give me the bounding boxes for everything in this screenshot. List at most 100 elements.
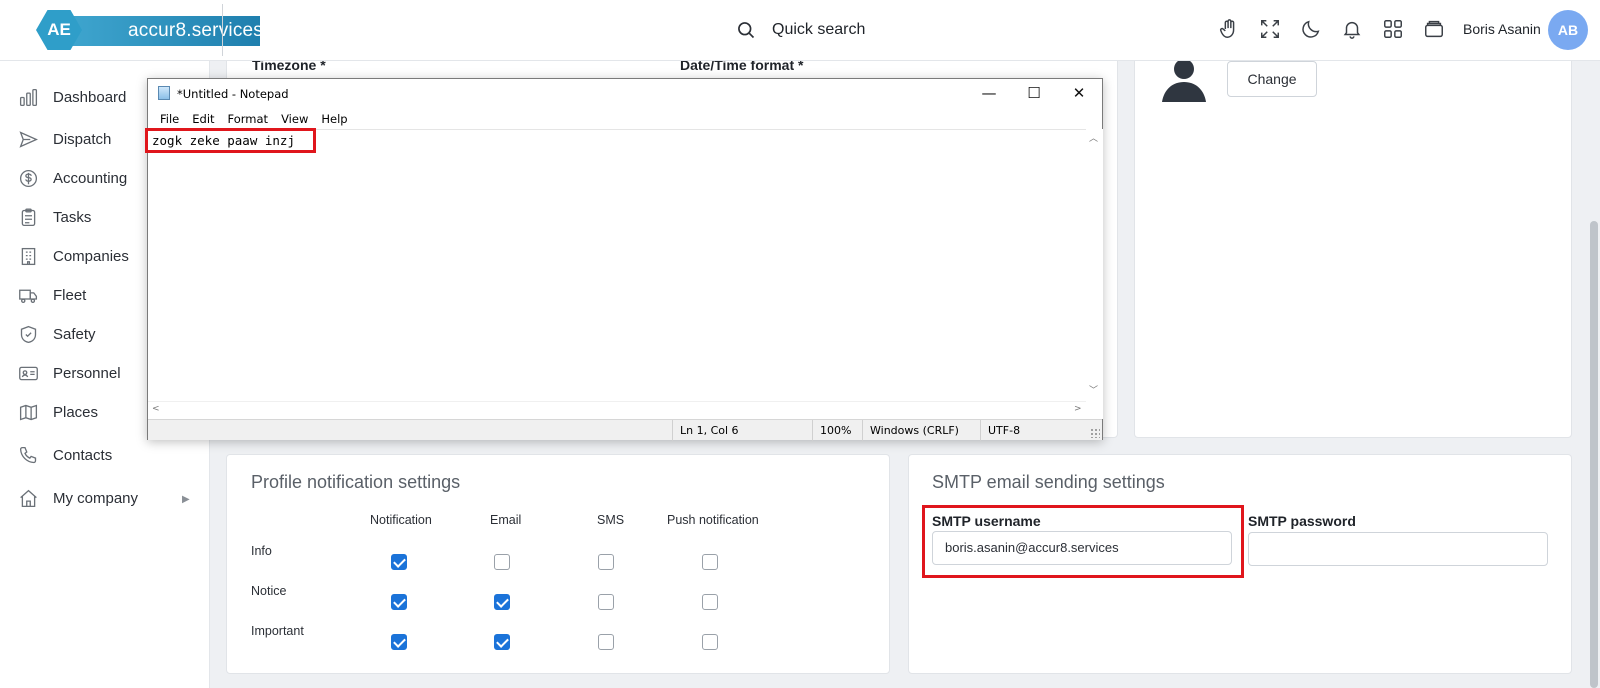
smtp-password-label: SMTP password xyxy=(1248,513,1356,529)
sidebar-item-safety[interactable]: Safety xyxy=(18,324,96,345)
checkbox-important-email[interactable] xyxy=(494,634,510,650)
column-header-push: Push notification xyxy=(667,513,759,527)
sidebar-item-dashboard[interactable]: Dashboard xyxy=(18,87,126,108)
profile-placeholder-icon xyxy=(1162,59,1206,102)
sidebar-item-dispatch[interactable]: Dispatch xyxy=(18,129,111,150)
smtp-password-input[interactable] xyxy=(1248,532,1548,566)
checkbox-notice-notification[interactable] xyxy=(391,594,407,610)
phone-icon xyxy=(19,446,37,464)
menu-view[interactable]: View xyxy=(275,109,315,129)
apps-grid-icon[interactable] xyxy=(1382,18,1404,40)
scroll-up-icon[interactable]: ︿ xyxy=(1089,131,1098,144)
moon-icon[interactable] xyxy=(1300,18,1322,40)
expand-arrow-icon[interactable]: ▶ xyxy=(182,494,190,505)
checkbox-info-sms[interactable] xyxy=(598,554,614,570)
truck-icon xyxy=(19,289,38,303)
sidebar-item-label: Personnel xyxy=(53,365,121,382)
fullscreen-icon[interactable] xyxy=(1259,18,1281,40)
status-encoding: UTF-8 xyxy=(980,420,1100,441)
sidebar-item-label: Dashboard xyxy=(53,89,127,106)
scroll-left-icon[interactable]: < xyxy=(152,404,160,414)
checkbox-info-push-notification[interactable] xyxy=(702,554,718,570)
notepad-titlebar[interactable]: *Untitled - Notepad — ☐ ✕ xyxy=(148,79,1102,109)
user-name[interactable]: Boris Asanin xyxy=(1463,21,1541,37)
resize-grip-icon[interactable] xyxy=(1090,428,1100,438)
dollar-icon xyxy=(19,169,38,188)
checkbox-notice-sms[interactable] xyxy=(598,594,614,610)
quick-search[interactable]: Quick search xyxy=(736,14,865,46)
column-header-email: Email xyxy=(490,513,522,527)
status-zoom: 100% xyxy=(812,420,862,441)
sidebar-item-tasks[interactable]: Tasks xyxy=(18,207,91,228)
id-card-icon xyxy=(19,366,38,381)
menu-format[interactable]: Format xyxy=(222,109,276,129)
sidebar-item-accounting[interactable]: Accounting xyxy=(18,168,127,189)
clipboard-icon xyxy=(21,208,36,227)
notepad-horizontal-scrollbar[interactable]: < > xyxy=(148,401,1086,419)
page-scrollbar[interactable] xyxy=(1588,61,1600,688)
close-icon[interactable]: ✕ xyxy=(1056,79,1102,109)
send-icon xyxy=(19,131,38,148)
notepad-text-area[interactable]: zogk zeke paaw inzj xyxy=(148,129,1086,419)
menu-file[interactable]: File xyxy=(154,109,186,129)
sidebar-item-companies[interactable]: Companies xyxy=(18,246,129,267)
status-line-ending: Windows (CRLF) xyxy=(862,420,980,441)
wallet-icon[interactable] xyxy=(1423,18,1445,40)
home-icon xyxy=(20,489,37,508)
smtp-settings-title: SMTP email sending settings xyxy=(932,472,1165,492)
notepad-menubar: File Edit Format View Help xyxy=(148,109,1102,129)
page-scrollbar-thumb[interactable] xyxy=(1590,221,1598,688)
status-position: Ln 1, Col 6 xyxy=(672,420,812,441)
notepad-vertical-scrollbar[interactable]: ︿ ﹀ xyxy=(1086,129,1103,419)
building-icon xyxy=(21,247,36,266)
scroll-down-icon[interactable]: ﹀ xyxy=(1089,383,1098,396)
column-header-notification: Notification xyxy=(370,513,432,527)
logo-text: accur8.services xyxy=(66,16,263,46)
minimize-icon[interactable]: — xyxy=(966,79,1012,109)
sidebar-item-label: Tasks xyxy=(53,209,92,226)
menu-edit[interactable]: Edit xyxy=(186,109,221,129)
sidebar-item-contacts[interactable]: Contacts xyxy=(18,445,112,466)
checkbox-important-notification[interactable] xyxy=(391,634,407,650)
notepad-statusbar: Ln 1, Col 6 100% Windows (CRLF) UTF-8 xyxy=(148,419,1102,441)
maximize-icon[interactable]: ☐ xyxy=(1011,79,1057,109)
avatar[interactable]: AB xyxy=(1548,10,1588,50)
row-label-important: Important xyxy=(251,624,304,638)
notification-settings-card: Profile notification settings xyxy=(226,454,890,674)
logo[interactable]: accur8.services AE xyxy=(36,8,263,52)
checkbox-info-email[interactable] xyxy=(494,554,510,570)
notification-settings-title: Profile notification settings xyxy=(251,472,461,492)
sidebar-item-label: My company xyxy=(53,490,139,507)
row-label-info: Info xyxy=(251,544,272,558)
notepad-app-icon xyxy=(158,86,170,100)
logo-divider xyxy=(222,4,223,56)
checkbox-notice-email[interactable] xyxy=(494,594,510,610)
hand-icon[interactable] xyxy=(1218,18,1240,40)
profile-picture-card xyxy=(1134,50,1572,438)
sidebar-item-personnel[interactable]: Personnel xyxy=(18,363,121,384)
menu-help[interactable]: Help xyxy=(315,109,354,129)
notepad-title: *Untitled - Notepad xyxy=(177,87,289,101)
sidebar-item-label: Places xyxy=(53,404,99,421)
checkbox-important-sms[interactable] xyxy=(598,634,614,650)
scroll-right-icon[interactable]: > xyxy=(1074,404,1082,414)
bell-icon[interactable] xyxy=(1341,18,1363,40)
notepad-window: *Untitled - Notepad — ☐ ✕ File Edit Form… xyxy=(145,78,1103,441)
smtp-username-highlight xyxy=(922,505,1244,578)
notepad-text-highlight xyxy=(145,128,316,153)
checkbox-important-push-notification[interactable] xyxy=(702,634,718,650)
column-header-sms: SMS xyxy=(597,513,625,527)
sidebar-item-fleet[interactable]: Fleet xyxy=(18,285,86,306)
map-icon xyxy=(19,404,38,421)
sidebar-item-label: Companies xyxy=(53,248,129,265)
sidebar-item-label: Safety xyxy=(53,326,96,343)
sidebar-item-label: Contacts xyxy=(53,447,113,464)
sidebar-item-places[interactable]: Places xyxy=(18,402,98,423)
change-picture-button[interactable]: Change xyxy=(1227,61,1317,97)
checkbox-notice-push-notification[interactable] xyxy=(702,594,718,610)
checkbox-info-notification[interactable] xyxy=(391,554,407,570)
search-icon xyxy=(738,22,755,39)
bar-chart-icon xyxy=(19,88,38,107)
sidebar-item-my-company[interactable]: My company xyxy=(18,488,138,509)
row-label-notice: Notice xyxy=(251,584,287,598)
